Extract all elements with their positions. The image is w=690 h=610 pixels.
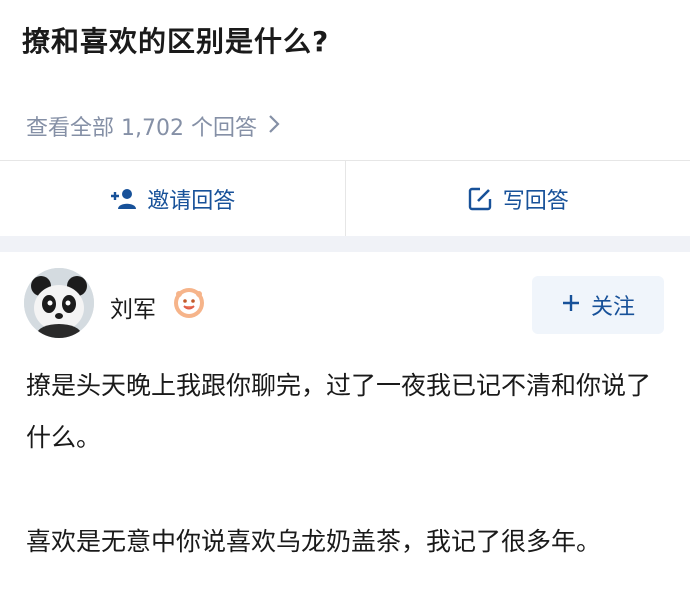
write-answer-label: 写回答: [502, 189, 569, 214]
section-divider: [0, 236, 690, 252]
chevron-right-icon: [267, 113, 281, 140]
author-name[interactable]: 刘军: [110, 290, 156, 324]
follow-label: 关注: [590, 295, 635, 320]
invite-answer-button[interactable]: 邀请回答: [0, 161, 345, 237]
follow-button[interactable]: 关注: [532, 276, 664, 334]
answer-paragraph: 撩是头天晚上我跟你聊完，过了一夜我已记不清和你说了什么。: [26, 371, 652, 452]
add-user-icon: [109, 187, 137, 211]
question-title: 撩和喜欢的区别是什么?: [22, 25, 330, 58]
answer-paragraph: 喜欢是无意中你说喜欢乌龙奶盖茶，我记了很多年。: [26, 527, 602, 556]
invite-answer-label: 邀请回答: [147, 189, 236, 214]
answer-body: 撩是头天晚上我跟你聊完，过了一夜我已记不清和你说了什么。 喜欢是无意中你说喜欢乌…: [26, 360, 666, 568]
plus-icon: [561, 290, 581, 320]
view-all-label: 查看全部 1,702 个回答: [26, 116, 257, 141]
badge-icon: [172, 286, 206, 320]
answer-action-bar: 邀请回答 写回答: [0, 160, 690, 237]
write-answer-button[interactable]: 写回答: [346, 161, 690, 237]
avatar[interactable]: [24, 268, 94, 338]
view-all-answers-link[interactable]: 查看全部 1,702 个回答: [26, 110, 281, 142]
edit-icon: [467, 186, 493, 212]
